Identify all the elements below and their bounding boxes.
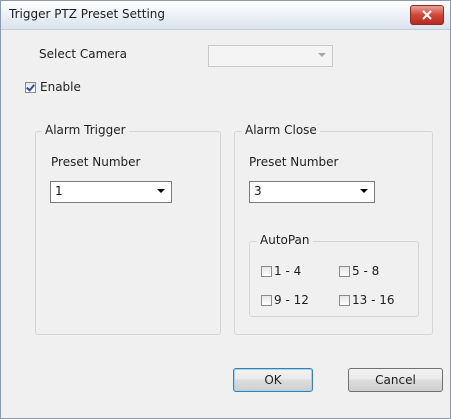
- alarm-trigger-title: Alarm Trigger: [42, 123, 129, 137]
- chevron-down-icon: [157, 189, 165, 193]
- ok-button[interactable]: OK: [233, 368, 313, 392]
- autopan-1-4-label: 1 - 4: [274, 264, 302, 278]
- close-icon: [422, 10, 432, 20]
- autopan-5-8-label: 5 - 8: [352, 264, 380, 278]
- autopan-9-12-label: 9 - 12: [274, 293, 309, 307]
- alarm-trigger-preset-value: 1: [55, 184, 63, 198]
- alarm-close-preset-label: Preset Number: [249, 155, 339, 169]
- cancel-button[interactable]: Cancel: [348, 368, 443, 392]
- autopan-13-16-checkbox[interactable]: [339, 295, 350, 306]
- trigger-ptz-preset-dialog: Trigger PTZ Preset Setting Select Camera…: [0, 0, 451, 419]
- alarm-trigger-preset-dropdown[interactable]: 1: [50, 181, 172, 203]
- autopan-title: AutoPan: [257, 233, 313, 247]
- chevron-down-icon: [360, 189, 368, 193]
- alarm-close-preset-value: 3: [254, 184, 262, 198]
- enable-checkbox[interactable]: [25, 82, 36, 93]
- select-camera-dropdown[interactable]: [208, 45, 333, 67]
- autopan-5-8-checkbox[interactable]: [339, 266, 350, 277]
- autopan-13-16-label: 13 - 16: [352, 293, 395, 307]
- alarm-close-preset-dropdown[interactable]: 3: [249, 181, 375, 203]
- select-camera-label: Select Camera: [39, 47, 127, 61]
- autopan-1-4-checkbox[interactable]: [261, 266, 272, 277]
- chevron-down-icon: [318, 53, 326, 57]
- alarm-trigger-preset-label: Preset Number: [51, 155, 141, 169]
- title-bar: Trigger PTZ Preset Setting: [1, 1, 450, 30]
- alarm-close-title: Alarm Close: [242, 123, 320, 137]
- close-button[interactable]: [410, 5, 444, 25]
- autopan-9-12-checkbox[interactable]: [261, 295, 272, 306]
- dialog-title: Trigger PTZ Preset Setting: [9, 7, 165, 21]
- enable-label: Enable: [40, 80, 81, 94]
